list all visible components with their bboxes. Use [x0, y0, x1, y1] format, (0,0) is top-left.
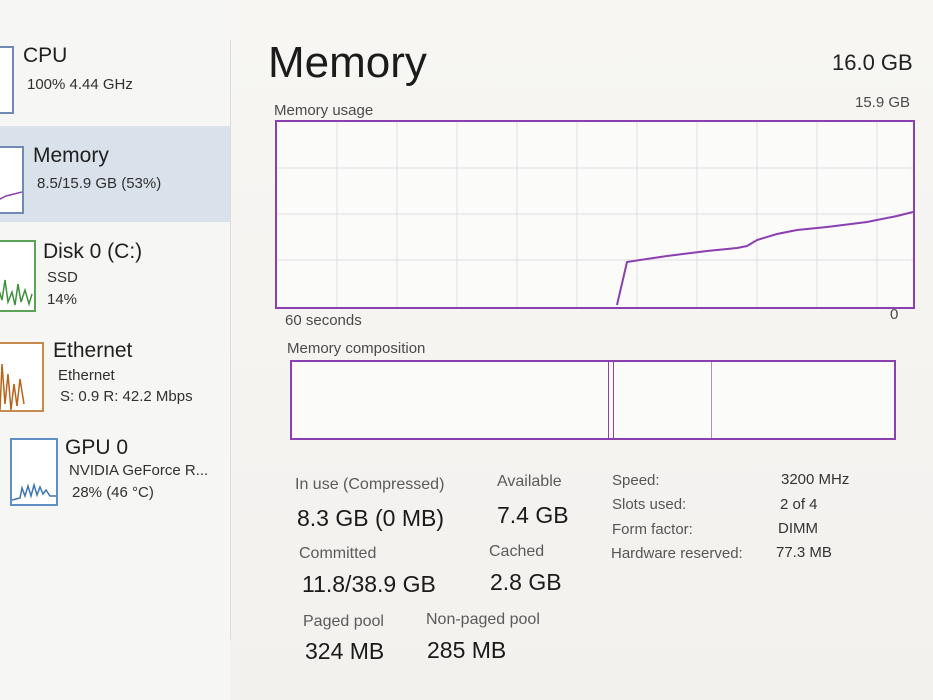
page-title: Memory	[268, 38, 427, 87]
memory-usage-chart	[275, 120, 915, 309]
slots-used-value: 2 of 4	[780, 496, 818, 513]
memory-composition-bar	[290, 360, 896, 440]
sidebar-item-gpu-model: NVIDIA GeForce R...	[69, 462, 209, 479]
paged-pool-label: Paged pool	[303, 613, 384, 630]
available-value: 7.4 GB	[497, 502, 569, 528]
cpu-graph-thumbnail-icon	[0, 46, 14, 114]
sidebar-item-memory-title: Memory	[33, 144, 109, 167]
disk-graph-thumbnail-icon	[0, 240, 36, 312]
sidebar-item-ethernet-throughput: S: 0.9 R: 42.2 Mbps	[60, 388, 193, 405]
memory-usage-max-label: 15.9 GB	[855, 94, 911, 111]
disk-activity-icon	[0, 279, 33, 307]
committed-value: 11.8/38.9 GB	[302, 571, 436, 597]
sidebar-item-cpu-subtitle: 100% 4.44 GHz	[27, 76, 133, 93]
paged-pool-value: 324 MB	[305, 638, 385, 664]
sidebar-item-memory-subtitle: 8.5/15.9 GB (53%)	[37, 175, 162, 192]
speed-label: Speed:	[612, 472, 660, 489]
sidebar-item-gpu-title: GPU 0	[65, 436, 129, 459]
composition-free-segment	[712, 362, 894, 438]
sidebar-divider	[230, 40, 231, 640]
sidebar-item-memory[interactable]: Memory 8.5/15.9 GB (53%)	[0, 126, 230, 222]
sidebar-item-disk-usage: 14%	[47, 291, 78, 308]
hardware-reserved-value: 77.3 MB	[776, 544, 832, 561]
memory-capacity: 16.0 GB	[832, 50, 913, 75]
composition-standby-segment	[614, 362, 712, 438]
sidebar-item-ethernet-title: Ethernet	[53, 339, 133, 362]
ethernet-graph-thumbnail-icon	[0, 342, 44, 412]
cached-value: 2.8 GB	[490, 569, 562, 595]
sidebar-item-ethernet-subtitle: Ethernet	[58, 367, 115, 384]
speed-value: 3200 MHz	[781, 471, 850, 488]
sidebar-item-disk-type: SSD	[47, 269, 78, 286]
form-factor-value: DIMM	[778, 520, 818, 537]
sidebar-item-gpu-usage: 28% (46 °C)	[72, 484, 154, 501]
composition-in-use-segment	[292, 362, 609, 438]
memory-thumbnail-line-icon	[0, 191, 23, 200]
sidebar-item-disk-title: Disk 0 (C:)	[43, 240, 143, 263]
sidebar-item-disk[interactable]: Disk 0 (C:) SSD 14%	[0, 232, 230, 322]
memory-usage-label: Memory usage	[274, 102, 374, 119]
memory-usage-line	[616, 211, 913, 306]
hardware-reserved-label: Hardware reserved:	[611, 545, 743, 562]
nonpaged-pool-label: Non-paged pool	[426, 611, 540, 628]
usage-x-right-label: 0	[890, 306, 899, 323]
available-label: Available	[497, 473, 562, 490]
sidebar: CPU 100% 4.44 GHz Memory 8.5/15.9 GB (53…	[0, 0, 230, 700]
sidebar-item-ethernet[interactable]: Ethernet Ethernet S: 0.9 R: 42.2 Mbps	[0, 330, 230, 420]
nonpaged-pool-value: 285 MB	[427, 637, 507, 663]
in-use-value: 8.3 GB (0 MB)	[297, 505, 444, 531]
ethernet-activity-icon	[0, 363, 25, 411]
committed-label: Committed	[299, 545, 377, 562]
memory-composition-label: Memory composition	[287, 340, 426, 357]
sidebar-item-gpu[interactable]: GPU 0 NVIDIA GeForce R... 28% (46 °C)	[0, 428, 230, 518]
gpu-graph-thumbnail-icon	[10, 438, 58, 506]
memory-graph-thumbnail-icon	[0, 146, 24, 214]
cached-label: Cached	[489, 543, 545, 560]
in-use-label: In use (Compressed)	[295, 476, 445, 493]
gpu-activity-icon	[11, 482, 56, 501]
sidebar-item-cpu[interactable]: CPU 100% 4.44 GHz	[0, 40, 230, 120]
slots-used-label: Slots used:	[612, 496, 687, 513]
sidebar-item-cpu-title: CPU	[23, 44, 68, 67]
memory-usage-graph	[277, 122, 913, 307]
usage-x-left-label: 60 seconds	[285, 312, 362, 329]
form-factor-label: Form factor:	[612, 521, 693, 538]
